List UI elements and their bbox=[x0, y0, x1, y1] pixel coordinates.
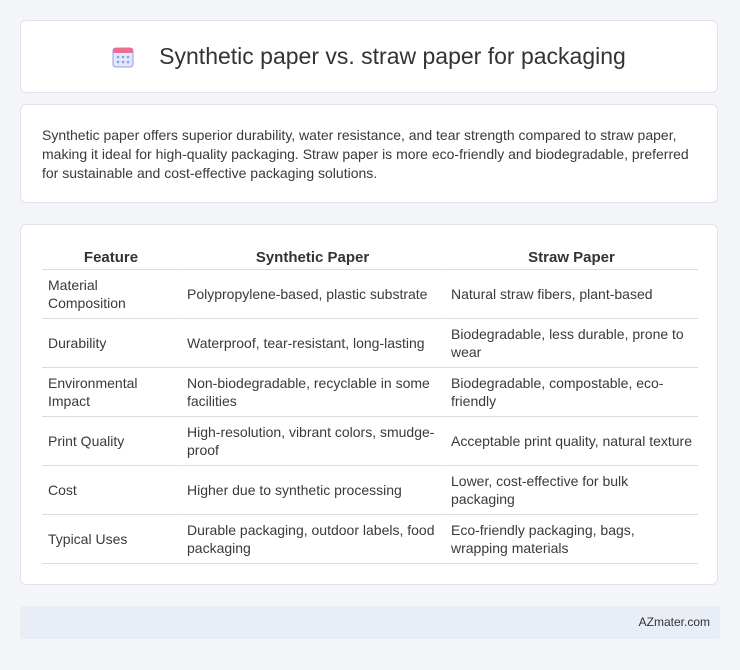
page-title: Synthetic paper vs. straw paper for pack… bbox=[159, 43, 626, 69]
feature-cell: Environmental Impact bbox=[42, 368, 180, 417]
feature-cell: Print Quality bbox=[42, 417, 180, 466]
feature-cell: Typical Uses bbox=[42, 515, 180, 564]
table-header-row: Feature Synthetic Paper Straw Paper bbox=[42, 245, 698, 270]
feature-cell: Material Composition bbox=[42, 270, 180, 319]
synthetic-cell: Higher due to synthetic processing bbox=[180, 466, 444, 515]
synthetic-cell: High-resolution, vibrant colors, smudge-… bbox=[180, 417, 444, 466]
table-row: Typical Uses Durable packaging, outdoor … bbox=[42, 515, 698, 564]
page: Synthetic paper vs. straw paper for pack… bbox=[0, 0, 740, 670]
feature-cell: Cost bbox=[42, 466, 180, 515]
synthetic-cell: Non-biodegradable, recyclable in some fa… bbox=[180, 368, 444, 417]
column-header-feature: Feature bbox=[42, 245, 180, 270]
straw-cell: Biodegradable, compostable, eco-friendly bbox=[444, 368, 698, 417]
summary-text: Synthetic paper offers superior durabili… bbox=[42, 127, 689, 181]
synthetic-cell: Waterproof, tear-resistant, long-lasting bbox=[180, 319, 444, 368]
straw-cell: Natural straw fibers, plant-based bbox=[444, 270, 698, 319]
footer: AZmater.com bbox=[20, 606, 720, 639]
column-header-synthetic-paper: Synthetic Paper bbox=[180, 245, 444, 270]
table-row: Print Quality High-resolution, vibrant c… bbox=[42, 417, 698, 466]
comparison-table: Feature Synthetic Paper Straw Paper Mate… bbox=[42, 245, 698, 564]
straw-cell: Eco-friendly packaging, bags, wrapping m… bbox=[444, 515, 698, 564]
table-row: Material Composition Polypropylene-based… bbox=[42, 270, 698, 319]
table-row: Cost Higher due to synthetic processing … bbox=[42, 466, 698, 515]
synthetic-cell: Durable packaging, outdoor labels, food … bbox=[180, 515, 444, 564]
comparison-table-card: Feature Synthetic Paper Straw Paper Mate… bbox=[20, 224, 718, 585]
footer-brand-link[interactable]: AZmater.com bbox=[639, 615, 710, 629]
table-row: Environmental Impact Non-biodegradable, … bbox=[42, 368, 698, 417]
straw-cell: Lower, cost-effective for bulk packaging bbox=[444, 466, 698, 515]
straw-cell: Biodegradable, less durable, prone to we… bbox=[444, 319, 698, 368]
column-header-straw-paper: Straw Paper bbox=[444, 245, 698, 270]
straw-cell: Acceptable print quality, natural textur… bbox=[444, 417, 698, 466]
table-row: Durability Waterproof, tear-resistant, l… bbox=[42, 319, 698, 368]
synthetic-cell: Polypropylene-based, plastic substrate bbox=[180, 270, 444, 319]
summary-card: Synthetic paper offers superior durabili… bbox=[20, 104, 718, 203]
title-card: Synthetic paper vs. straw paper for pack… bbox=[20, 20, 718, 93]
calendar-icon bbox=[112, 46, 134, 68]
feature-cell: Durability bbox=[42, 319, 180, 368]
